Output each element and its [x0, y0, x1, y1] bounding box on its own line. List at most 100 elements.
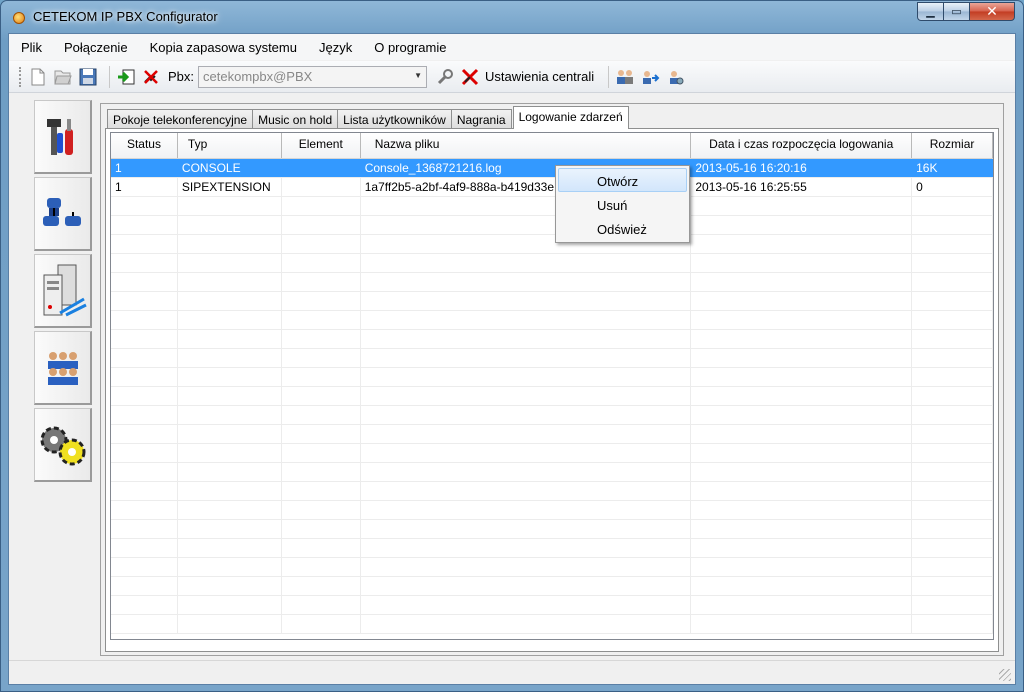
empty-cell — [361, 349, 692, 367]
empty-cell — [282, 558, 361, 576]
empty-cell — [282, 520, 361, 538]
empty-cell — [912, 235, 993, 253]
empty-cell — [691, 254, 913, 272]
close-button[interactable]: ✕ — [969, 2, 1015, 21]
column-typ[interactable]: Typ — [178, 133, 282, 158]
empty-cell — [111, 235, 178, 253]
title-bar[interactable]: CETEKOM IP PBX Configurator ▁ ▭ ✕ — [1, 1, 1023, 33]
column-data-czas[interactable]: Data i czas rozpoczęcia logowania — [691, 133, 913, 158]
empty-cell — [178, 482, 282, 500]
empty-row — [111, 577, 993, 596]
empty-cell — [111, 216, 178, 234]
menu-polaczenie[interactable]: Połączenie — [64, 40, 128, 55]
close-icon: ✕ — [986, 3, 998, 19]
empty-cell — [912, 349, 993, 367]
menu-kopia-zapasowa[interactable]: Kopia zapasowa systemu — [150, 40, 297, 55]
table-row[interactable]: 1 SIPEXTENSION 1a7ff2b5-a2bf-4af9-888a-b… — [111, 178, 993, 197]
empty-cell — [111, 197, 178, 215]
empty-cell — [178, 463, 282, 481]
empty-row — [111, 615, 993, 634]
empty-cell — [691, 330, 913, 348]
empty-cell — [111, 425, 178, 443]
empty-cell — [178, 615, 282, 633]
cell-rozmiar: 16K — [912, 159, 993, 177]
empty-row — [111, 425, 993, 444]
empty-row — [111, 254, 993, 273]
minimize-button[interactable]: ▁ — [917, 2, 944, 21]
disconnect-icon[interactable] — [141, 67, 161, 87]
sidebar-phones-button[interactable] — [34, 177, 92, 251]
empty-row — [111, 406, 993, 425]
user-transfer-icon[interactable] — [640, 67, 660, 87]
empty-cell — [178, 406, 282, 424]
empty-cell — [282, 577, 361, 595]
menu-plik[interactable]: Plik — [21, 40, 42, 55]
empty-cell — [361, 387, 692, 405]
caption-buttons: ▁ ▭ ✕ — [917, 2, 1015, 21]
context-menu-delete[interactable]: Usuń — [558, 192, 687, 216]
empty-cell — [178, 349, 282, 367]
empty-cell — [282, 254, 361, 272]
sidebar-tools-button[interactable] — [34, 100, 92, 174]
sidebar-servers-button[interactable] — [34, 254, 92, 328]
toolbar-separator — [608, 65, 610, 88]
empty-cell — [691, 577, 913, 595]
pbx-select[interactable]: cetekompbx@PBX ▼ — [198, 65, 428, 88]
empty-cell — [111, 482, 178, 500]
context-menu-open[interactable]: Otwórz — [558, 168, 687, 192]
empty-row — [111, 311, 993, 330]
empty-cell — [282, 539, 361, 557]
sidebar-gears-button[interactable] — [34, 408, 92, 482]
tab-lista-uzytkownikow[interactable]: Lista użytkowników — [337, 109, 452, 129]
tab-music-on-hold[interactable]: Music on hold — [252, 109, 339, 129]
user-settings-icon[interactable] — [665, 67, 685, 87]
empty-cell — [912, 197, 993, 215]
table-header: Status Typ Element Nazwa pliku Data i cz… — [111, 133, 993, 159]
connect-icon[interactable] — [116, 67, 136, 87]
app-icon[interactable] — [13, 12, 25, 24]
empty-cell — [282, 425, 361, 443]
empty-cell — [912, 311, 993, 329]
empty-cell — [912, 368, 993, 386]
cell-typ: CONSOLE — [178, 159, 282, 177]
empty-cell — [912, 577, 993, 595]
wrench-icon[interactable] — [435, 67, 455, 87]
tab-pokoje-telekonferencyjne[interactable]: Pokoje telekonferencyjne — [107, 109, 254, 129]
save-icon[interactable] — [78, 67, 98, 87]
empty-cell — [178, 558, 282, 576]
tab-nagrania[interactable]: Nagrania — [450, 109, 512, 129]
empty-cell — [111, 596, 178, 614]
empty-row — [111, 387, 993, 406]
sidebar-users-button[interactable] — [34, 331, 92, 405]
table-row[interactable]: 1 CONSOLE Console_1368721216.log 2013-05… — [111, 159, 993, 178]
menu-jezyk[interactable]: Język — [319, 40, 352, 55]
cell-element — [282, 159, 361, 177]
resize-grip[interactable] — [999, 669, 1011, 681]
context-menu-refresh[interactable]: Odśwież — [558, 216, 687, 240]
empty-cell — [282, 596, 361, 614]
empty-cell — [111, 406, 178, 424]
new-file-icon[interactable] — [28, 67, 48, 87]
settings-button-label[interactable]: Ustawienia centrali — [485, 69, 594, 84]
maximize-button[interactable]: ▭ — [943, 2, 970, 21]
tab-logowanie-zdarzen[interactable]: Logowanie zdarzeń — [512, 106, 629, 129]
column-nazwa-pliku[interactable]: Nazwa pliku — [361, 133, 692, 158]
empty-cell — [282, 406, 361, 424]
context-menu: Otwórz Usuń Odśwież — [555, 165, 690, 243]
toolbar-grip[interactable] — [19, 66, 22, 87]
empty-cell — [111, 349, 178, 367]
empty-cell — [361, 558, 692, 576]
log-table[interactable]: Status Typ Element Nazwa pliku Data i cz… — [110, 132, 994, 640]
empty-cell — [361, 615, 692, 633]
column-element[interactable]: Element — [282, 133, 361, 158]
column-status[interactable]: Status — [111, 133, 178, 158]
users-icon[interactable] — [615, 67, 635, 87]
status-bar — [9, 660, 1015, 684]
chevron-down-icon: ▼ — [414, 70, 423, 80]
column-rozmiar[interactable]: Rozmiar — [912, 133, 993, 158]
empty-cell — [178, 387, 282, 405]
open-file-icon[interactable] — [53, 67, 73, 87]
pbx-label: Pbx: — [168, 69, 195, 84]
tools-cross-icon[interactable] — [460, 67, 480, 87]
menu-o-programie[interactable]: O programie — [374, 40, 446, 55]
